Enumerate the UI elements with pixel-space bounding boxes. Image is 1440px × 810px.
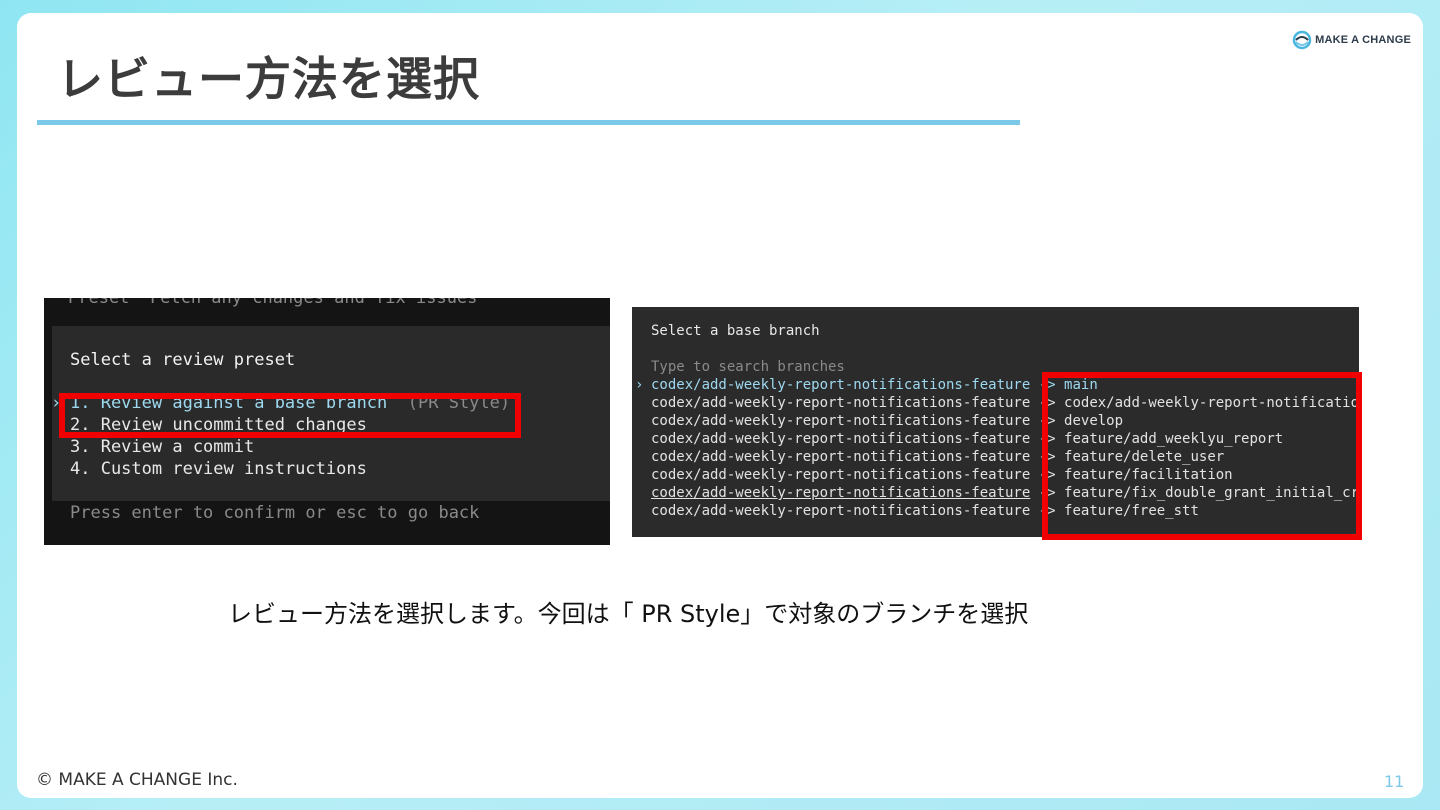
highlight-box-pr-style: [59, 393, 521, 438]
slide-caption: レビュー方法を選択します。今回は「 PR Style」で対象のブランチを選択: [228, 600, 1029, 628]
highlight-box-target-branches: [1042, 372, 1362, 540]
page-number: 11: [1384, 772, 1405, 791]
branch-source: codex/add-weekly-report-notifications-fe…: [651, 467, 1031, 483]
title-underline: [37, 120, 1020, 125]
preset-heading: Select a review preset: [70, 350, 296, 370]
page-title: レビュー方法を選択: [57, 52, 480, 106]
branch-heading: Select a base branch: [651, 323, 820, 339]
selection-caret: ›: [635, 377, 644, 393]
branch-source: codex/add-weekly-report-notifications-fe…: [651, 431, 1031, 447]
branch-search-placeholder[interactable]: Type to search branches: [651, 359, 845, 375]
brand-logo: MAKE A CHANGE: [1292, 30, 1411, 50]
branch-source: codex/add-weekly-report-notifications-fe…: [651, 485, 1031, 501]
preset-option[interactable]: 3. Review a commit: [70, 437, 254, 457]
branch-source: codex/add-weekly-report-notifications-fe…: [651, 503, 1031, 519]
preset-option[interactable]: 4. Custom review instructions: [70, 459, 367, 479]
preset-footer-hint: Press enter to confirm or esc to go back: [70, 503, 480, 523]
copyright: © MAKE A CHANGE Inc.: [36, 770, 238, 790]
terminal-cut-line: Preset Fetch any changes and fix issues: [68, 298, 478, 308]
branch-source: codex/add-weekly-report-notifications-fe…: [651, 413, 1031, 429]
logo-text: MAKE A CHANGE: [1315, 34, 1411, 46]
branch-source: codex/add-weekly-report-notifications-fe…: [651, 377, 1031, 393]
branch-row[interactable]: codex/add-weekly-report-notifications-fe…: [651, 377, 1098, 393]
make-a-change-logo-icon: [1292, 30, 1312, 50]
branch-source: codex/add-weekly-report-notifications-fe…: [651, 395, 1031, 411]
branch-source: codex/add-weekly-report-notifications-fe…: [651, 449, 1031, 465]
